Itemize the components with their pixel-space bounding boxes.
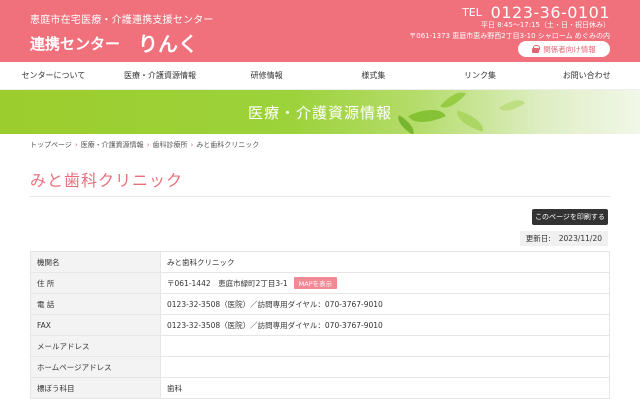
table-row: 住 所 〒061-1442 恵庭市緑町2丁目3-1 MAPを表示 — [30, 272, 610, 294]
logo-main-text: 連携センター — [30, 35, 121, 53]
facility-info-table: 機関名 みと歯科クリニック 住 所 〒061-1442 恵庭市緑町2丁目3-1 M… — [30, 251, 610, 399]
header-address: 〒061-1373 恵庭市恵み野西2丁目3-10 シャローム めぐみの内 — [409, 32, 610, 40]
row-label: メールアドレス — [30, 335, 161, 357]
row-label: ホームページアドレス — [30, 356, 161, 378]
site-header: 恵庭市在宅医療・介護連携支援センター 連携センター りんく TEL 0123-36… — [0, 0, 640, 62]
tel-label: TEL — [462, 6, 482, 19]
staff-info-button[interactable]: 関係者向け情報 — [518, 41, 610, 57]
row-label: 住 所 — [30, 272, 161, 294]
staff-info-label: 関係者向け情報 — [543, 44, 596, 54]
org-subtitle: 恵庭市在宅医療・介護連携支援センター — [30, 15, 214, 26]
breadcrumb-item-current: みと歯科クリニック — [196, 141, 260, 149]
business-hours: 平日 8:45〜17:15（土・日・祝日休み） — [480, 21, 610, 29]
table-row: 機関名 みと歯科クリニック — [30, 251, 610, 273]
row-label: FAX — [30, 314, 161, 336]
row-value: 歯科 — [160, 377, 610, 399]
global-nav: センターについて 医療・介護資源情報 研修情報 様式集 リンク集 お問い合わせ — [0, 62, 640, 90]
row-value: みと歯科クリニック — [160, 251, 610, 273]
breadcrumb: トップページ › 医療・介護資源情報 › 歯科診療所 › みと歯科クリニック — [30, 140, 259, 150]
nav-item-resources[interactable]: 医療・介護資源情報 — [107, 62, 214, 89]
hero-banner: 医療・介護資源情報 — [0, 90, 640, 134]
nav-item-training[interactable]: 研修情報 — [213, 62, 320, 89]
row-label: 標ぼう科目 — [30, 377, 161, 399]
breadcrumb-separator: › — [190, 141, 194, 149]
nav-item-forms[interactable]: 様式集 — [320, 62, 427, 89]
breadcrumb-item-resources[interactable]: 医療・介護資源情報 — [81, 141, 144, 149]
row-value — [160, 335, 610, 357]
nav-item-contact[interactable]: お問い合わせ — [533, 62, 640, 89]
updated-date-box: 更新日: 2023/11/20 — [519, 231, 608, 246]
title-divider — [30, 196, 610, 197]
breadcrumb-item-top[interactable]: トップページ — [30, 141, 72, 149]
row-label: 電 話 — [30, 293, 161, 315]
print-page-button[interactable]: このページを印刷する — [532, 209, 608, 225]
table-row: 電 話 0123-32-3508（医院）／訪問専用ダイヤル：070-3767-9… — [30, 293, 610, 315]
row-value: 〒061-1442 恵庭市緑町2丁目3-1 — [167, 279, 288, 288]
nav-item-links[interactable]: リンク集 — [427, 62, 534, 89]
table-row: FAX 0123-32-3508（医院）／訪問専用ダイヤル：070-3767-9… — [30, 314, 610, 336]
show-map-button[interactable]: MAPを表示 — [293, 277, 338, 289]
breadcrumb-separator: › — [74, 141, 78, 149]
row-value — [160, 356, 610, 378]
breadcrumb-item-dental[interactable]: 歯科診療所 — [153, 141, 188, 149]
site-logo[interactable]: 連携センター りんく — [30, 26, 199, 56]
table-row: 標ぼう科目 歯科 — [30, 377, 610, 399]
hero-title: 医療・介護資源情報 — [247, 103, 392, 122]
table-row: メールアドレス — [30, 335, 610, 357]
row-label: 機関名 — [30, 251, 161, 273]
table-row: ホームページアドレス — [30, 356, 610, 378]
updated-label: 更新日: — [525, 234, 551, 243]
updated-date: 2023/11/20 — [558, 234, 602, 243]
lock-icon — [532, 45, 541, 53]
row-value: 0123-32-3508（医院）／訪問専用ダイヤル：070-3767-9010 — [160, 293, 610, 315]
page-title: みと歯科クリニック — [30, 171, 184, 190]
logo-rinku-text: りんく — [138, 32, 199, 56]
address-cell: 〒061-1442 恵庭市緑町2丁目3-1 MAPを表示 — [160, 272, 610, 294]
breadcrumb-separator: › — [146, 141, 150, 149]
nav-item-about[interactable]: センターについて — [0, 62, 107, 89]
row-value: 0123-32-3508（医院）／訪問専用ダイヤル：070-3767-9010 — [160, 314, 610, 336]
